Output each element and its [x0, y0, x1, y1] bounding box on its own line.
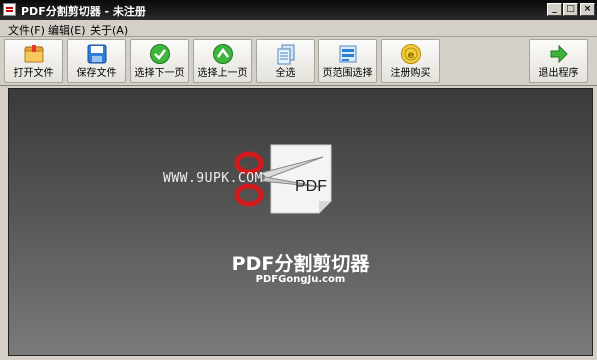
svg-text:e: e [407, 50, 414, 61]
folder-icon [24, 45, 43, 63]
select-all-label: 全选 [275, 68, 296, 79]
menu-about[interactable]: 关于(A) [90, 22, 128, 38]
open-file-button[interactable]: 打开文件 [4, 39, 63, 83]
page-range-icon [339, 45, 356, 63]
register-purchase-label: 注册购买 [390, 68, 431, 79]
window-frame-edge [593, 86, 597, 360]
product-website: PDFGongJu.com [255, 274, 346, 285]
check-circle-icon [149, 44, 170, 64]
exit-button[interactable]: 退出程序 [529, 39, 588, 83]
coin-icon: e [400, 44, 421, 64]
pages-icon [277, 44, 294, 65]
menu-bar: 文件(F) 编辑(E) 关于(A) [0, 20, 597, 37]
up-arrow-circle-icon [212, 44, 233, 64]
window-title: PDF分割剪切器 - 未注册 [21, 5, 146, 18]
watermark-text: WWW.9UPK.COM [163, 171, 263, 186]
select-all-button[interactable]: 全选 [256, 39, 315, 83]
select-next-page-button[interactable]: 选择下一页 [130, 39, 189, 83]
menu-file[interactable]: 文件(F) [8, 22, 45, 38]
logo-pdf-text: PDF [295, 178, 327, 195]
close-button[interactable]: × [580, 3, 595, 16]
maximize-button[interactable]: □ [563, 3, 578, 16]
minimize-button[interactable]: _ [547, 3, 562, 16]
app-icon [3, 3, 16, 16]
floppy-disk-icon [87, 44, 106, 64]
page-range-label: 页范围选择 [322, 68, 373, 79]
toolbar: 打开文件 保存文件 选择下一页 选择上一页 全选 页范围选择 e 注册购买 退出… [0, 37, 597, 86]
title-bar: PDF分割剪切器 - 未注册 _ □ × [0, 0, 597, 20]
save-file-label: 保存文件 [76, 68, 117, 79]
product-name: PDF分割剪切器 [231, 253, 370, 275]
save-file-button[interactable]: 保存文件 [67, 39, 126, 83]
select-next-page-label: 选择下一页 [134, 68, 185, 79]
register-purchase-button[interactable]: e 注册购买 [381, 39, 440, 83]
open-file-label: 打开文件 [13, 68, 54, 79]
right-arrow-icon [550, 44, 568, 64]
menu-edit[interactable]: 编辑(E) [48, 22, 86, 38]
select-prev-page-label: 选择上一页 [197, 68, 248, 79]
page-range-button[interactable]: 页范围选择 [318, 39, 377, 83]
exit-label: 退出程序 [538, 68, 579, 79]
select-prev-page-button[interactable]: 选择上一页 [193, 39, 252, 83]
main-panel: PDF WWW.9UPK.COM PDF分割剪切器 PDFGongJu.com [8, 88, 593, 356]
